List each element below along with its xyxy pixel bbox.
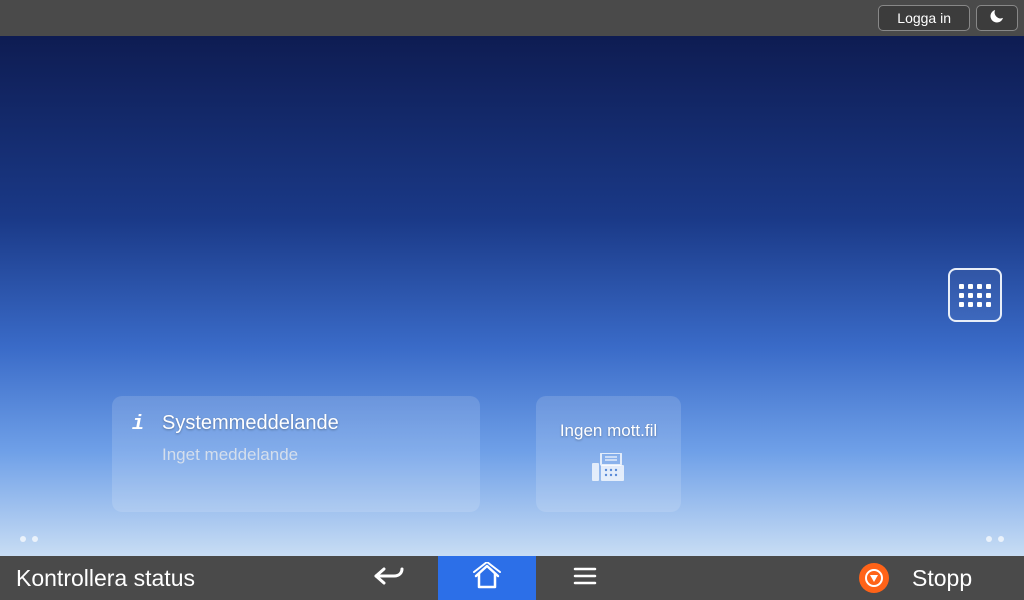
page-indicator-left[interactable] [20,536,38,542]
page-indicator-right[interactable] [986,536,1004,542]
bottom-bar: Kontrollera status [0,556,1024,600]
fax-icon [592,453,626,488]
dot-icon [32,536,38,542]
check-status-button[interactable]: Kontrollera status [0,556,340,600]
menu-button[interactable] [536,556,634,600]
night-mode-button[interactable] [976,5,1018,31]
back-icon [372,565,406,592]
stop-button-icon-area[interactable] [844,556,904,600]
received-files-widget[interactable]: Ingen mott.fil [536,396,681,512]
check-status-label: Kontrollera status [16,565,195,592]
home-screen: i Systemmeddelande Inget meddelande Inge… [0,36,1024,556]
back-button[interactable] [340,556,438,600]
apps-grid-button[interactable] [948,268,1002,322]
system-message-title: Systemmeddelande [162,412,462,435]
dot-icon [986,536,992,542]
dot-icon [998,536,1004,542]
info-icon: i [132,413,144,436]
login-button[interactable]: Logga in [878,5,970,31]
dot-icon [20,536,26,542]
menu-icon [573,567,597,590]
moon-icon [988,7,1006,30]
received-files-label: Ingen mott.fil [560,421,657,441]
grid-icon [959,284,991,307]
home-icon [472,562,502,595]
system-message-subtitle: Inget meddelande [162,445,462,465]
screen: Logga in i Systemmeddelande Inget meddel… [0,0,1024,600]
top-bar: Logga in [0,0,1024,36]
stop-label: Stopp [912,565,972,592]
home-button[interactable] [438,556,536,600]
login-label: Logga in [897,10,951,26]
spacer [634,556,844,600]
system-message-widget[interactable]: i Systemmeddelande Inget meddelande [112,396,480,512]
stop-icon [859,563,889,593]
stop-button[interactable]: Stopp [904,556,1024,600]
